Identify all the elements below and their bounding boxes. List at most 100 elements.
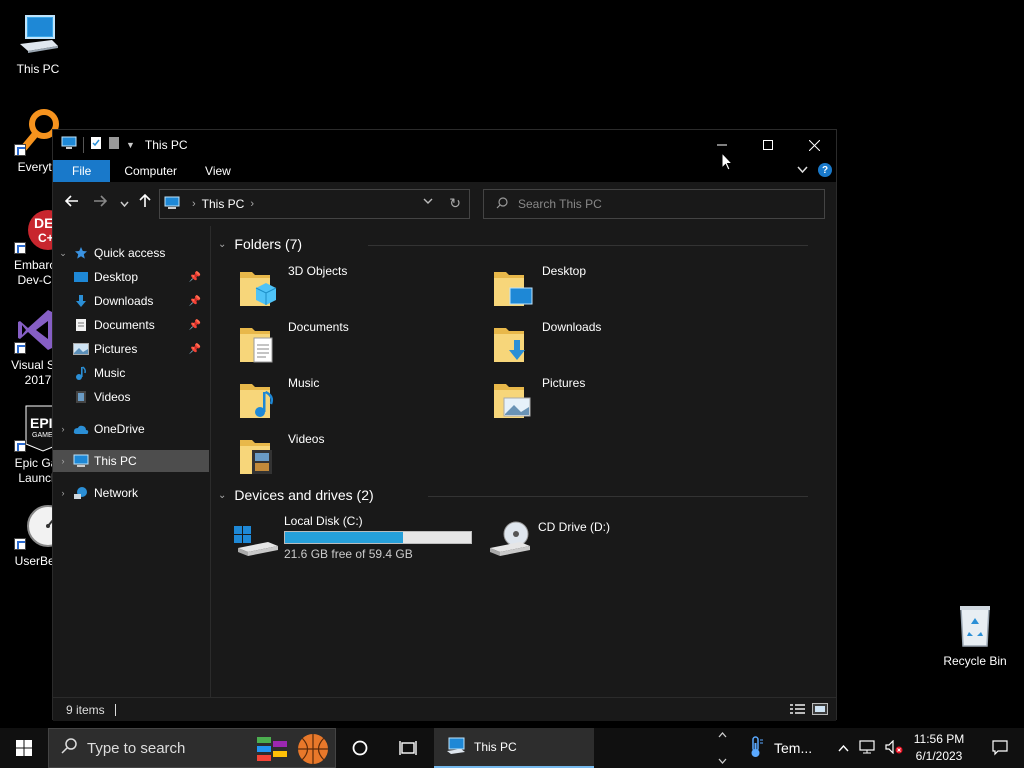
nav-onedrive[interactable]: › OneDrive	[53, 418, 209, 440]
collapse-chevron-icon[interactable]: ⌄	[218, 239, 226, 250]
task-view-icon[interactable]	[384, 728, 432, 768]
drive-d[interactable]: CD Drive (D:)	[486, 514, 726, 566]
expand-ribbon-chevron-icon[interactable]	[797, 163, 808, 177]
search-box[interactable]: Search This PC	[483, 189, 825, 219]
title-bar[interactable]: ▼ This PC	[53, 130, 836, 160]
music-note-icon	[73, 365, 89, 381]
scroll-up-chevron-icon[interactable]	[718, 730, 727, 740]
help-icon[interactable]: ?	[818, 163, 832, 177]
desktop-icon-label: Recycle Bin	[943, 654, 1007, 668]
nav-this-pc[interactable]: › This PC	[53, 450, 209, 472]
nav-pictures[interactable]: Pictures 📌	[53, 338, 209, 360]
mouse-pointer-icon	[721, 151, 734, 176]
nav-label: Music	[94, 366, 126, 380]
collapse-chevron-icon[interactable]: ⌄	[218, 490, 226, 501]
expand-chevron-icon[interactable]: ›	[57, 424, 69, 434]
cube-folder-icon	[236, 262, 284, 310]
navigation-pane: ⌄ Quick access Desktop 📌 Downloads 📌 Doc…	[53, 226, 211, 697]
desktop-icon-recycle-bin[interactable]: Recycle Bin	[937, 602, 1013, 669]
folder-videos[interactable]: Videos	[236, 430, 476, 482]
taskbar-item-this-pc[interactable]: This PC	[434, 728, 594, 768]
taskbar-toolbar-scroller[interactable]	[714, 728, 730, 768]
file-explorer-window[interactable]: ▼ This PC File Computer View ? › This PC…	[52, 129, 837, 721]
nav-downloads[interactable]: Downloads 📌	[53, 290, 209, 312]
close-button[interactable]	[791, 130, 837, 160]
properties-icon[interactable]	[90, 136, 102, 155]
group-header-folders[interactable]: ⌄ Folders (7)	[218, 236, 828, 252]
address-dropdown-chevron-icon[interactable]	[423, 196, 433, 208]
folder-music[interactable]: Music	[236, 374, 476, 426]
group-header-drives[interactable]: ⌄ Devices and drives (2)	[218, 487, 828, 503]
nav-music[interactable]: Music	[53, 362, 209, 384]
taskbar-search-box[interactable]: Type to search	[48, 728, 336, 768]
group-divider	[428, 496, 808, 497]
shortcut-arrow-icon	[14, 144, 26, 156]
this-pc-small-icon	[164, 196, 180, 213]
taskbar-item-label: This PC	[474, 740, 517, 754]
tab-view[interactable]: View	[191, 160, 245, 182]
refresh-icon[interactable]: ↻	[449, 195, 461, 212]
folder-name: Videos	[288, 432, 325, 446]
pin-icon[interactable]: 📌	[189, 344, 201, 355]
status-divider	[114, 703, 116, 716]
pin-icon[interactable]: 📌	[189, 272, 201, 283]
breadcrumb-chevron-icon[interactable]: ›	[192, 198, 196, 210]
folder-pictures[interactable]: Pictures	[490, 374, 730, 426]
network-icon[interactable]	[859, 739, 875, 757]
folder-3d-objects[interactable]: 3D Objects	[236, 262, 476, 314]
search-highlights-image[interactable]	[255, 733, 329, 765]
expand-chevron-icon[interactable]: ›	[57, 456, 69, 466]
maximize-button[interactable]	[745, 130, 791, 160]
tab-file[interactable]: File	[53, 160, 111, 182]
large-icons-view-icon[interactable]	[812, 703, 828, 718]
nav-videos[interactable]: Videos	[53, 386, 209, 408]
folder-documents[interactable]: Documents	[236, 318, 476, 370]
item-count: 9 items	[66, 702, 105, 717]
desktop-icon-label: This PC	[16, 62, 60, 76]
search-icon	[61, 738, 77, 758]
recent-locations-chevron-icon[interactable]	[120, 195, 129, 211]
collapse-chevron-icon[interactable]: ⌄	[57, 248, 69, 259]
nav-label: Downloads	[94, 294, 154, 308]
show-hidden-icons-chevron-icon[interactable]	[838, 741, 849, 755]
cortana-circle-icon[interactable]	[336, 728, 384, 768]
music-folder-icon	[236, 374, 284, 422]
status-bar: 9 items	[53, 697, 836, 721]
details-view-icon[interactable]	[790, 703, 806, 718]
drive-capacity-bar	[284, 531, 472, 544]
navigation-bar: › This PC › ↻ Search This PC	[53, 182, 836, 226]
nav-quick-access[interactable]: ⌄ Quick access	[53, 242, 209, 264]
clock[interactable]: 11:56 PM 6/1/2023	[906, 731, 972, 765]
new-folder-icon[interactable]	[108, 136, 120, 155]
group-divider	[368, 245, 808, 246]
nav-label: Network	[94, 486, 139, 500]
expand-chevron-icon[interactable]: ›	[57, 488, 69, 498]
temperature-widget[interactable]: Tem...	[748, 728, 812, 768]
drive-c[interactable]: Local Disk (C:) 21.6 GB free of 59.4 GB	[232, 514, 494, 566]
start-button[interactable]	[0, 728, 48, 768]
nav-documents[interactable]: Documents 📌	[53, 314, 209, 336]
forward-arrow-icon[interactable]	[93, 194, 108, 210]
volume-muted-icon[interactable]	[885, 739, 903, 757]
up-arrow-icon[interactable]	[139, 193, 151, 211]
pin-icon[interactable]: 📌	[189, 320, 201, 331]
breadcrumb-chevron-icon[interactable]: ›	[250, 198, 254, 210]
folder-desktop[interactable]: Desktop	[490, 262, 730, 314]
back-arrow-icon[interactable]	[64, 194, 79, 210]
address-bar[interactable]: › This PC › ↻	[159, 189, 470, 219]
nav-label: OneDrive	[94, 422, 145, 436]
folder-downloads[interactable]: Downloads	[490, 318, 730, 370]
customize-toolbar-chevron-icon[interactable]: ▼	[126, 140, 135, 150]
scroll-down-chevron-icon[interactable]	[718, 756, 727, 766]
cloud-icon	[73, 421, 89, 437]
shortcut-arrow-icon	[14, 242, 26, 254]
drive-name: CD Drive (D:)	[538, 520, 610, 534]
group-title: Folders (7)	[234, 236, 303, 252]
pin-icon[interactable]: 📌	[189, 296, 201, 307]
nav-desktop[interactable]: Desktop 📌	[53, 266, 209, 288]
nav-network[interactable]: › Network	[53, 482, 209, 504]
action-center-button[interactable]	[976, 728, 1024, 768]
tab-computer[interactable]: Computer	[110, 160, 191, 182]
breadcrumb-this-pc[interactable]: This PC	[202, 197, 245, 211]
desktop-icon-this-pc[interactable]: This PC	[0, 10, 76, 77]
